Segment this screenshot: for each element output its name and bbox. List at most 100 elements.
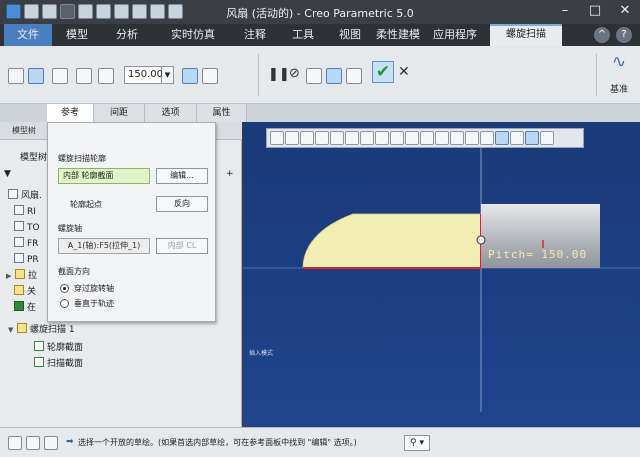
perspective-icon[interactable] xyxy=(375,131,389,145)
tree-item-right-plane[interactable]: RI xyxy=(14,204,36,220)
tab-pitch[interactable]: 间距 xyxy=(94,104,145,122)
ok-button[interactable]: ✔ xyxy=(372,61,394,83)
tab-options[interactable]: 选项 xyxy=(145,104,197,122)
grid-display-icon[interactable] xyxy=(540,131,554,145)
tree-item-top-plane[interactable]: TO xyxy=(14,220,40,236)
left-hand-rule-icon[interactable] xyxy=(202,68,218,84)
tab-references[interactable]: 参考 xyxy=(47,104,94,122)
tab-tools[interactable]: 工具 xyxy=(282,24,324,46)
tab-flexible-modeling[interactable]: 柔性建模 xyxy=(372,24,424,46)
remove-material-icon[interactable] xyxy=(52,68,68,84)
tree-item-front-plane[interactable]: FR xyxy=(14,236,38,252)
sweep-profile-label: 螺旋扫描轮廓 xyxy=(58,154,106,163)
tab-file[interactable]: 文件 xyxy=(4,24,52,46)
close-button[interactable]: ✕ xyxy=(610,0,640,22)
preview-icon[interactable] xyxy=(306,68,322,84)
plane-icon xyxy=(14,221,24,231)
tree-item-root[interactable]: 风扇. xyxy=(8,188,42,204)
model-tree-title: 模型树 xyxy=(12,126,36,135)
repaint-icon[interactable] xyxy=(315,131,329,145)
tree-item-csys[interactable]: PR xyxy=(14,252,39,268)
sketch-view-icon[interactable] xyxy=(495,131,509,145)
feature-icon xyxy=(14,285,24,295)
tree-item-sweep-section[interactable]: 扫描截面 xyxy=(34,356,83,372)
view-manager-icon[interactable] xyxy=(360,131,374,145)
chevron-down-icon[interactable]: ▼ xyxy=(8,322,17,338)
point-display-icon[interactable] xyxy=(465,131,479,145)
constraint-display-icon[interactable] xyxy=(525,131,539,145)
tree-item-insert-here[interactable]: 在 xyxy=(14,300,36,316)
verify-icon[interactable] xyxy=(326,68,342,84)
tree-item-profile-section[interactable]: 轮廓截面 xyxy=(34,340,83,356)
full-screen-icon[interactable] xyxy=(44,436,58,450)
extrude-icon xyxy=(15,269,25,279)
message-arrow-icon: ➡ xyxy=(66,437,74,447)
status-bar: ➡ 选择一个开放的草绘。(如果首选内部草绘，可在参考面板中找到 "编辑" 选项。… xyxy=(0,427,640,457)
surface-icon[interactable] xyxy=(28,68,44,84)
glasses-icon[interactable] xyxy=(346,68,362,84)
insert-arrow-icon xyxy=(14,301,24,311)
edit-button[interactable]: 编辑... xyxy=(156,168,208,184)
display-style-icon[interactable] xyxy=(330,131,344,145)
help-icon[interactable]: ? xyxy=(616,27,632,43)
cancel-button[interactable]: ✕ xyxy=(398,64,410,80)
chevron-right-icon[interactable]: ▶ xyxy=(6,268,15,284)
zoom-in-icon[interactable] xyxy=(285,131,299,145)
find-icon[interactable]: ⚲ ▾ xyxy=(404,435,430,451)
navigator-toggle-icon[interactable] xyxy=(8,436,22,450)
graphics-window[interactable]: Pitch= 150.00 xyxy=(243,122,640,427)
sketch-icon xyxy=(34,357,44,367)
tab-helical-sweep[interactable]: 螺旋扫描 xyxy=(490,24,562,46)
plane-display-icon[interactable] xyxy=(435,131,449,145)
radio-normal-to-trajectory[interactable] xyxy=(60,299,69,308)
add-column-icon[interactable]: + xyxy=(226,166,234,182)
tab-view[interactable]: 视图 xyxy=(332,24,368,46)
csys-display-icon[interactable] xyxy=(480,131,494,145)
dimension-display-icon[interactable] xyxy=(510,131,524,145)
status-message: 选择一个开放的草绘。(如果首选内部草绘，可在参考面板中找到 "编辑" 选项。) xyxy=(78,438,357,447)
thicken-icon[interactable] xyxy=(76,68,92,84)
minimize-button[interactable]: – xyxy=(550,0,580,22)
sweep-profile-field[interactable]: 内部 轮廓截面 xyxy=(58,168,150,184)
browser-toggle-icon[interactable] xyxy=(26,436,40,450)
collapse-ribbon-icon[interactable]: ^ xyxy=(594,27,610,43)
tab-properties[interactable]: 属性 xyxy=(197,104,247,122)
radio-through-axis[interactable] xyxy=(60,284,69,293)
pitch-input[interactable]: 150.00 xyxy=(124,66,163,84)
tab-annotate[interactable]: 注释 xyxy=(234,24,276,46)
refit-icon[interactable] xyxy=(270,131,284,145)
solid-icon[interactable] xyxy=(8,68,24,84)
tab-model[interactable]: 模型 xyxy=(56,24,98,46)
filter-icon[interactable]: ▼ xyxy=(4,166,11,182)
tab-analysis[interactable]: 分析 xyxy=(106,24,148,46)
right-hand-rule-icon[interactable] xyxy=(182,68,198,84)
helix-axis-field[interactable]: A_1(轴):F5(拉伸_1) xyxy=(58,238,150,254)
radio-through-axis-label: 穿过旋转轴 xyxy=(74,284,114,293)
chevron-down-icon[interactable]: ▼ xyxy=(162,66,174,84)
spin-center-icon[interactable] xyxy=(420,131,434,145)
datum-label: 基准 xyxy=(609,85,628,95)
plane-icon xyxy=(14,205,24,215)
zoom-out-icon[interactable] xyxy=(300,131,314,145)
view-toolbar xyxy=(266,128,584,148)
profile-section-shape xyxy=(302,213,482,269)
maximize-button[interactable]: □ xyxy=(580,0,610,22)
tree-item-feature[interactable]: 关 xyxy=(14,284,36,300)
axis-display-icon[interactable] xyxy=(450,131,464,145)
radio-normal-to-trajectory-label: 垂直于轨迹 xyxy=(74,299,114,308)
tab-applications[interactable]: 应用程序 xyxy=(428,24,482,46)
pitch-annotation[interactable]: Pitch= 150.00 xyxy=(488,248,587,261)
stop-icon[interactable]: ⊘ xyxy=(289,66,300,81)
datum-display-icon[interactable] xyxy=(390,131,404,145)
pause-icon[interactable]: ❚❚ xyxy=(268,67,290,82)
plane-icon xyxy=(14,237,24,247)
reverse-button[interactable]: 反向 xyxy=(156,196,208,212)
tree-item-helical-sweep[interactable]: ▼ 螺旋扫描 1 xyxy=(8,322,75,338)
saved-orientations-icon[interactable] xyxy=(345,131,359,145)
tree-item-extrude[interactable]: ▶ 拉 xyxy=(6,268,37,284)
helical-sweep-icon xyxy=(17,323,27,333)
annotation-display-icon[interactable] xyxy=(405,131,419,145)
datum-group[interactable]: ∿ 基准 xyxy=(604,52,634,95)
tab-live-simulation[interactable]: 实时仿真 xyxy=(163,24,223,46)
start-point-marker[interactable] xyxy=(476,235,486,245)
